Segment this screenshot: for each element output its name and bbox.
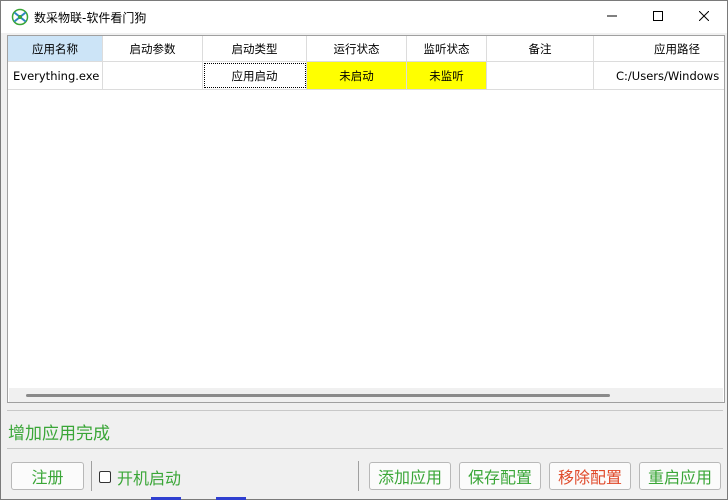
table-row[interactable]: Everything.exe 应用启动 未启动 未监听 C:/Users/Win… [8, 62, 724, 90]
divider [7, 448, 723, 449]
close-icon [699, 11, 709, 21]
cell-run-status[interactable]: 未启动 [307, 62, 407, 89]
cell-start-type[interactable]: 应用启动 [203, 62, 307, 89]
cell-app-path[interactable]: C:/Users/Windows [594, 62, 724, 89]
register-button[interactable]: 注册 [11, 462, 84, 490]
separator [358, 461, 359, 491]
status-message: 增加应用完成 [8, 424, 110, 444]
add-app-button[interactable]: 添加应用 [369, 462, 451, 490]
autostart-checkbox[interactable] [99, 471, 111, 483]
minimize-icon [607, 15, 617, 17]
autostart-toggle[interactable]: 开机启动 [99, 465, 181, 489]
autostart-label[interactable]: 开机启动 [117, 465, 181, 489]
scrollbar-thumb[interactable] [26, 394, 610, 397]
divider [7, 410, 723, 411]
cell-start-args[interactable] [103, 62, 203, 89]
app-window: 数采物联-软件看门狗 应用名称 启动参数 启动类型 运行状态 监听状态 备注 应… [0, 0, 728, 500]
column-header-listen-status[interactable]: 监听状态 [407, 36, 487, 62]
maximize-button[interactable] [635, 1, 681, 31]
horizontal-scrollbar[interactable] [9, 388, 723, 402]
remove-config-button[interactable]: 移除配置 [549, 462, 631, 490]
column-header-start-type[interactable]: 启动类型 [203, 36, 307, 62]
app-logo-icon [11, 8, 29, 26]
title-bar: 数采物联-软件看门狗 [1, 1, 727, 33]
column-header-remark[interactable]: 备注 [487, 36, 594, 62]
minimize-button[interactable] [589, 1, 635, 31]
restart-app-button[interactable]: 重启应用 [639, 462, 721, 490]
separator [91, 461, 92, 491]
cell-remark[interactable] [487, 62, 594, 89]
column-header-run-status[interactable]: 运行状态 [307, 36, 407, 62]
column-header-start-args[interactable]: 启动参数 [103, 36, 203, 62]
cell-listen-status[interactable]: 未监听 [407, 62, 487, 89]
table-header: 应用名称 启动参数 启动类型 运行状态 监听状态 备注 应用路径 [8, 36, 724, 62]
maximize-icon [653, 11, 663, 21]
window-title: 数采物联-软件看门狗 [34, 11, 147, 25]
close-button[interactable] [681, 1, 727, 31]
cell-app-name[interactable]: Everything.exe [8, 62, 103, 89]
save-config-button[interactable]: 保存配置 [459, 462, 541, 490]
column-header-app-name[interactable]: 应用名称 [8, 36, 103, 62]
column-header-app-path[interactable]: 应用路径 [594, 36, 724, 62]
app-table[interactable]: 应用名称 启动参数 启动类型 运行状态 监听状态 备注 应用路径 Everyth… [7, 35, 725, 403]
